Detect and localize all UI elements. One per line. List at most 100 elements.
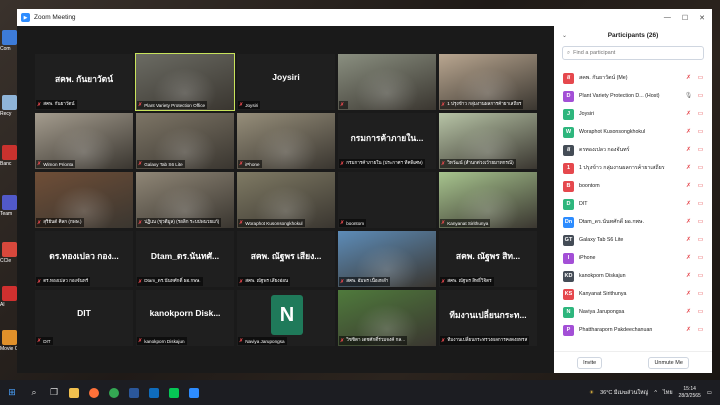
participant-row[interactable]: KS Kanyanat Sirithunya ✗ ▭ xyxy=(554,285,712,303)
participant-row[interactable]: IiPhone ✗ ▭ xyxy=(554,249,712,267)
task-view-icon[interactable]: ❐ xyxy=(44,380,64,405)
camera-off-icon[interactable]: ▭ xyxy=(697,74,704,81)
mic-muted-icon[interactable]: ✗ xyxy=(685,308,692,315)
participant-tile[interactable]: Joysiri ✗ Joysiri xyxy=(237,54,335,110)
search-icon[interactable]: ⌕ xyxy=(24,380,44,405)
participant-tile[interactable]: ✗ 1 ปรุงข้าว กลุ่มงานผลการค้ายาเสถียร xyxy=(439,54,537,110)
participant-row[interactable]: W Woraphot Kusonsongkhokul ✗ ▭ xyxy=(554,123,712,141)
mic-muted-icon[interactable]: ✗ xyxy=(685,146,692,153)
participant-row[interactable]: Bboontom ✗ ▭ xyxy=(554,177,712,195)
participant-tile[interactable]: สคพ. กันยาวัตน์ ✗ สคพ. กันยาวัตน์ xyxy=(35,54,133,110)
participant-row[interactable]: KD kanokporn Diskajun ✗ ▭ xyxy=(554,267,712,285)
camera-off-icon[interactable]: ▭ xyxy=(697,146,704,153)
participant-row[interactable]: สสคพ. กันยาวัตน์ (Me) ✗ ▭ xyxy=(554,69,712,87)
participant-row[interactable]: 11 ปรุงข้าว กลุ่มงานผลการค้ายาเสถียร ✗ ▭ xyxy=(554,159,712,177)
bank-app-icon[interactable] xyxy=(2,145,17,160)
participant-tile[interactable]: กรมการค้าภายใน... ✗ กรมการค้าภายใน (ประกาศ… xyxy=(338,113,436,169)
camera-off-icon[interactable]: ▭ xyxy=(697,128,704,135)
windows-start-icon[interactable]: ⊞ xyxy=(0,380,24,405)
participant-row[interactable]: D Plant Variety Protection D... (Host) 🎙 ▭ xyxy=(554,87,712,105)
camera-off-icon[interactable]: ▭ xyxy=(697,308,704,315)
window-titlebar[interactable]: ▶ Zoom Meeting xyxy=(17,9,554,26)
camera-off-icon[interactable]: ▭ xyxy=(697,290,704,297)
participant-tile[interactable]: สคพ. ณัฐพร สิท... ✗ สคพ. ณัฐพร สิทธิ์วิจิต… xyxy=(439,231,537,287)
participant-tile[interactable]: ✗ Woraphot Kusonsongkhokul xyxy=(237,172,335,228)
close-icon[interactable]: ✕ xyxy=(699,14,705,22)
participant-row[interactable]: Dn Dtam_ดร.นันทศักดิ์ ผอ.กพษ. ✗ ▭ xyxy=(554,213,712,231)
camera-off-icon[interactable]: ▭ xyxy=(697,254,704,261)
recycle-bin-icon[interactable] xyxy=(2,95,17,110)
tray-arrow-icon[interactable]: ^ xyxy=(654,390,657,396)
participant-row[interactable]: GT Galaxy Tab S6 Lite ✗ ▭ xyxy=(554,231,712,249)
participant-tile[interactable]: ✗ สคพ. อัมพร เนื่องหลำ xyxy=(338,231,436,287)
language-indicator[interactable]: ไทย xyxy=(663,389,673,397)
file-explorer-icon[interactable] xyxy=(64,380,84,405)
participant-tile[interactable]: ✗ Kanyanat Sirithunya xyxy=(439,172,537,228)
mic-muted-icon[interactable]: ✗ xyxy=(685,272,692,279)
participant-tile[interactable]: Dtam_ดร.นันทศั... ✗ Dtam_ดร.นันทศักดิ์ ผอ.… xyxy=(136,231,234,287)
chrome-icon[interactable] xyxy=(104,380,124,405)
camera-off-icon[interactable]: ▭ xyxy=(697,218,704,225)
participant-tile[interactable]: ✗ iPhone xyxy=(237,113,335,169)
mic-muted-icon[interactable]: ✗ xyxy=(685,182,692,189)
clock[interactable]: 15:14 28/3/2565 xyxy=(679,386,701,400)
movie-converter-icon[interactable] xyxy=(2,330,17,345)
line-icon[interactable] xyxy=(164,380,184,405)
participant-tile[interactable]: ✗ วิทวัฒน์ (สำนกต่วงเว้ายมาทกรณี) xyxy=(439,113,537,169)
unmute-me-button[interactable]: Unmute Me xyxy=(648,356,689,369)
mic-muted-icon[interactable]: ✗ xyxy=(685,326,692,333)
teams-icon[interactable] xyxy=(2,195,17,210)
search-input[interactable] xyxy=(573,50,694,56)
zoom-taskbar-icon[interactable] xyxy=(184,380,204,405)
outlook-icon[interactable] xyxy=(144,380,164,405)
camera-off-icon[interactable]: ▭ xyxy=(697,182,704,189)
participant-tile[interactable]: ✗ Plant Variety Protection Office xyxy=(135,53,235,111)
camera-off-icon[interactable]: ▭ xyxy=(697,200,704,207)
participant-tile[interactable]: ดร.ทองเปลว กอง... ✗ ดร.ทองเปลว กองจันทร์ xyxy=(35,231,133,287)
chevron-down-icon[interactable]: ⌄ xyxy=(562,32,567,39)
mic-muted-icon[interactable]: ✗ xyxy=(685,236,692,243)
mic-muted-icon[interactable]: ✗ xyxy=(685,254,692,261)
participant-row[interactable]: สดรทองเปลว กองจันทร์ ✗ ▭ xyxy=(554,141,712,159)
camera-off-icon[interactable]: ▭ xyxy=(697,272,704,279)
mic-muted-icon[interactable]: ✗ xyxy=(685,290,692,297)
participant-tile[interactable]: N ✗ Naviya Jarupongsa xyxy=(237,290,335,346)
maximize-icon[interactable]: ☐ xyxy=(682,14,688,22)
acrobat-icon[interactable] xyxy=(2,286,17,301)
participant-tile[interactable]: ทีมงานเปลี่ยนกระท... ✗ ทีมงานเปลี่ยนกระทรว… xyxy=(439,290,537,346)
ccleaner-icon[interactable] xyxy=(2,242,17,257)
weather-text[interactable]: 36°C มีเมฆส่วนใหญ่ xyxy=(600,389,648,397)
participant-tile[interactable]: ✗ วิชชิตา เดชศักดิ์ร่วมจงค์ กล... xyxy=(338,290,436,346)
mic-muted-icon[interactable]: ✗ xyxy=(685,200,692,207)
participant-tile[interactable]: ✗ xyxy=(338,54,436,110)
participant-row[interactable]: D DIT ✗ ▭ xyxy=(554,195,712,213)
mic-muted-icon[interactable]: ✗ xyxy=(685,218,692,225)
participant-tile[interactable]: ✗ ปฏิเณ (ชุวตีมูล) (รอลิก ระบปพนวยแก้) xyxy=(136,172,234,228)
camera-off-icon[interactable]: ▭ xyxy=(697,326,704,333)
camera-off-icon[interactable]: ▭ xyxy=(697,92,704,99)
computer-icon[interactable] xyxy=(2,30,17,45)
camera-off-icon[interactable]: ▭ xyxy=(697,164,704,171)
participant-tile[interactable]: ✗ Galaxy Tab S6 Lite xyxy=(136,113,234,169)
firefox-icon[interactable] xyxy=(84,380,104,405)
word-icon[interactable] xyxy=(124,380,144,405)
notification-icon[interactable]: ▭ xyxy=(707,390,712,396)
camera-off-icon[interactable]: ▭ xyxy=(697,110,704,117)
mic-muted-icon[interactable]: ✗ xyxy=(685,164,692,171)
camera-off-icon[interactable]: ▭ xyxy=(697,236,704,243)
mic-muted-icon[interactable]: ✗ xyxy=(685,74,692,81)
invite-button[interactable]: Invite xyxy=(577,356,603,369)
mic-on-icon[interactable]: 🎙 xyxy=(685,92,693,99)
participant-tile[interactable]: ✗ boontom xyxy=(338,172,436,228)
mic-muted-icon[interactable]: ✗ xyxy=(685,128,692,135)
participant-tile[interactable]: สคพ. ณัฐพร เสียง... ✗ สคพ. ณัฐพร เสียงอ่อน xyxy=(237,231,335,287)
minimize-icon[interactable]: — xyxy=(664,14,671,21)
participant-tile[interactable]: DIT ✗ DIT xyxy=(35,290,133,346)
participant-tile[interactable]: kanokporn Disk... ✗ kanokporn Diskajun xyxy=(136,290,234,346)
mic-muted-icon[interactable]: ✗ xyxy=(685,110,692,117)
participant-row[interactable]: N Naviya Jarupongsa ✗ ▭ xyxy=(554,303,712,321)
participant-tile[interactable]: ✗ Wimon Prionta xyxy=(35,113,133,169)
participant-search[interactable]: ⌕ xyxy=(562,46,704,60)
participant-tile[interactable]: ✗ สุริยันต์ ศิลก (กพษ.) xyxy=(35,172,133,228)
participant-row[interactable]: J Joysiri ✗ ▭ xyxy=(554,105,712,123)
